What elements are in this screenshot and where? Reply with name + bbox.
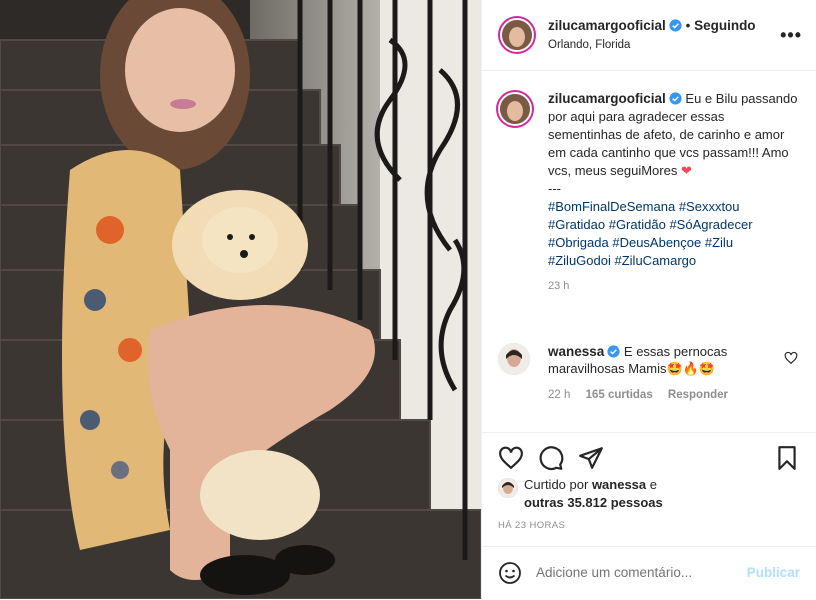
commenter-avatar[interactable] (498, 343, 530, 375)
publish-button[interactable]: Publicar (747, 565, 800, 580)
verified-badge-icon (669, 92, 682, 105)
verified-badge-icon (669, 19, 682, 32)
save-bookmark-icon[interactable] (774, 445, 800, 471)
caption-author[interactable]: zilucamargooficial (548, 91, 666, 106)
hashtag-link[interactable]: #Gratidao (548, 217, 605, 232)
reply-button[interactable]: Responder (668, 389, 728, 401)
more-options-icon[interactable]: ••• (780, 25, 802, 46)
post-photo[interactable] (0, 0, 481, 599)
comment-like-icon[interactable] (784, 351, 798, 365)
hashtag-link[interactable]: #ZiluCamargo (615, 253, 697, 268)
action-bar (482, 432, 816, 473)
comment-emojis: 🤩🔥🤩 (666, 361, 716, 376)
hashtag-link[interactable]: #SóAgradecer (669, 217, 752, 232)
liker-username[interactable]: wanessa (592, 477, 646, 492)
comment-meta: 22 h 165 curtidas Responder (548, 389, 798, 401)
post-caption: zilucamargooficial Eu e Bilu passando po… (498, 90, 798, 292)
caption-author-avatar[interactable] (498, 92, 532, 126)
comment-text-block: wanessa E essas pernocas maravilhosas Ma… (548, 343, 738, 377)
liker-avatar[interactable] (498, 478, 518, 498)
post-panel: zilucamargooficial • Seguindo Orlando, F… (482, 0, 816, 599)
like-heart-icon[interactable] (498, 445, 524, 471)
hashtag-link[interactable]: #BomFinalDeSemana (548, 199, 675, 214)
hashtag-link[interactable]: #Zilu (705, 235, 733, 250)
comment-item: wanessa E essas pernocas maravilhosas Ma… (498, 343, 798, 401)
post-location[interactable]: Orlando, Florida (548, 39, 630, 51)
add-comment-bar: Publicar (482, 546, 816, 600)
separator-dot: • (685, 18, 691, 33)
liked-by: Curtido por wanessa e outras 35.812 pesso… (498, 476, 663, 512)
share-paper-plane-icon[interactable] (578, 445, 604, 471)
following-button[interactable]: Seguindo (694, 18, 756, 33)
heart-emoji: ❤ (680, 163, 692, 178)
hashtag-link[interactable]: #Gratidão (609, 217, 666, 232)
commenter-username[interactable]: wanessa (548, 344, 604, 359)
post-header: zilucamargooficial • Seguindo Orlando, F… (482, 0, 816, 71)
hashtag-link[interactable]: #Obrigada (548, 235, 609, 250)
comment-likes[interactable]: 165 curtidas (586, 389, 653, 401)
hashtag-link[interactable]: #ZiluGodoi (548, 253, 611, 268)
caption-separator: --- (548, 181, 561, 196)
author-username[interactable]: zilucamargooficial (548, 18, 666, 33)
verified-badge-icon (607, 345, 620, 358)
likes-count-link[interactable]: outras 35.812 pessoas (524, 495, 663, 510)
comment-bubble-icon[interactable] (538, 445, 564, 471)
liked-by-prefix: Curtido por (524, 477, 589, 492)
caption-text-block: zilucamargooficial Eu e Bilu passando po… (548, 90, 798, 270)
post-date[interactable]: HÁ 23 HORAS (498, 520, 565, 531)
caption-timestamp[interactable]: 23 h (548, 280, 798, 292)
comment-timestamp[interactable]: 22 h (548, 389, 570, 401)
comment-input[interactable] (536, 565, 736, 580)
author-avatar[interactable] (500, 18, 534, 52)
hashtag-link[interactable]: #DeusAbençoe (612, 235, 701, 250)
liked-by-middle: e (649, 477, 657, 492)
hashtag-link[interactable]: #Sexxxtou (679, 199, 740, 214)
emoji-smiley-icon[interactable] (498, 561, 522, 585)
